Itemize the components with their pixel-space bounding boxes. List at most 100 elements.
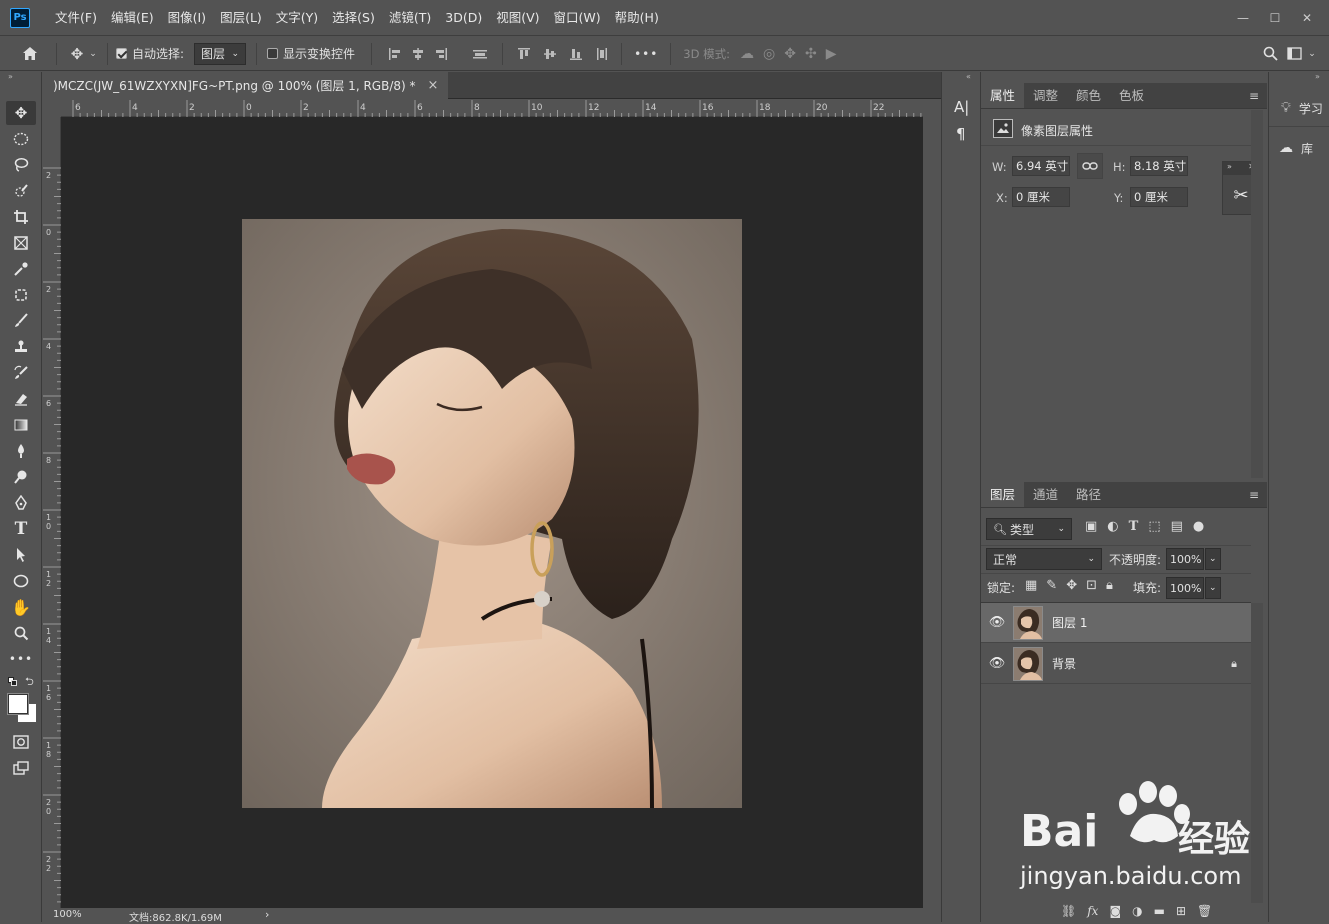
default-colors-icon[interactable] <box>8 677 17 686</box>
layer-style-button[interactable]: fx <box>1087 904 1098 918</box>
filter-smart-icon[interactable]: ▤ <box>1171 519 1183 534</box>
eyedropper-tool-icon[interactable] <box>6 257 36 281</box>
edit-toolbar-icon[interactable]: ••• <box>6 647 36 671</box>
menu-image[interactable]: 图像(I) <box>161 0 213 36</box>
chevron-down-icon[interactable]: ⌄ <box>1305 49 1319 59</box>
foreground-color-swatch[interactable] <box>8 694 28 714</box>
tab-layers[interactable]: 图层 <box>981 482 1025 507</box>
layer-name[interactable]: 图层 1 <box>1052 614 1087 631</box>
add-mask-icon[interactable]: ◙ <box>1109 904 1121 918</box>
tab-adjustments[interactable]: 调整 <box>1024 83 1067 108</box>
menu-help[interactable]: 帮助(H) <box>608 0 666 36</box>
status-menu-arrow[interactable]: › <box>265 908 269 921</box>
lock-transparent-icon[interactable]: ▦ <box>1025 578 1037 593</box>
paragraph-panel-icon[interactable]: ¶ <box>956 125 966 143</box>
search-icon[interactable] <box>1257 46 1283 61</box>
more-options-button[interactable]: ••• <box>634 47 658 61</box>
frame-tool-icon[interactable] <box>6 231 36 255</box>
menu-3d[interactable]: 3D(D) <box>438 0 489 36</box>
layer-image[interactable] <box>242 219 742 808</box>
menu-window[interactable]: 窗口(W) <box>547 0 608 36</box>
blend-mode-dropdown[interactable]: 正常 ⌄ <box>986 548 1102 570</box>
minimize-button[interactable]: — <box>1227 8 1259 28</box>
align-center-h-icon[interactable] <box>411 47 425 61</box>
pen-tool-icon[interactable] <box>6 491 36 515</box>
tab-properties[interactable]: 属性 <box>981 83 1025 108</box>
menu-file[interactable]: 文件(F) <box>48 0 104 36</box>
layer-filter-dropdown[interactable]: 🔍︎ 类型 ⌄ <box>986 518 1072 540</box>
align-bottom-icon[interactable] <box>569 47 583 61</box>
menu-select[interactable]: 选择(S) <box>325 0 382 36</box>
adjustment-layer-icon[interactable]: ◑ <box>1132 904 1142 918</box>
filter-pixel-icon[interactable]: ▣ <box>1085 519 1097 534</box>
menu-view[interactable]: 视图(V) <box>489 0 546 36</box>
menu-edit[interactable]: 编辑(E) <box>104 0 161 36</box>
learn-panel-button[interactable]: 💡︎ 学习 <box>1269 94 1329 122</box>
brush-tool-icon[interactable] <box>6 309 36 333</box>
3d-orbit-icon[interactable]: ☁ <box>740 46 754 62</box>
path-select-tool-icon[interactable] <box>6 543 36 567</box>
visibility-eye-icon[interactable]: 👁︎ <box>981 656 1013 671</box>
tab-color[interactable]: 颜色 <box>1067 83 1110 108</box>
type-tool-icon[interactable]: T <box>6 517 36 541</box>
blur-tool-icon[interactable] <box>6 439 36 463</box>
healing-brush-tool-icon[interactable] <box>6 283 36 307</box>
lock-artboard-icon[interactable]: ⊡ <box>1086 578 1097 593</box>
libraries-panel-button[interactable]: ☁ 库 <box>1269 134 1329 162</box>
show-transform-checkbox[interactable] <box>267 48 279 59</box>
filter-shape-icon[interactable]: ⬚ <box>1148 519 1160 534</box>
tab-swatches[interactable]: 色板 <box>1110 83 1153 108</box>
restore-button[interactable]: ☐ <box>1259 8 1291 28</box>
y-field[interactable]: 0 厘米 <box>1130 187 1188 207</box>
align-middle-v-icon[interactable] <box>543 47 557 61</box>
filter-adjustment-icon[interactable]: ◐ <box>1107 519 1118 534</box>
panel-menu-icon[interactable]: ≡ <box>1249 482 1259 507</box>
quick-select-tool-icon[interactable] <box>6 179 36 203</box>
filter-type-icon[interactable]: T <box>1129 519 1139 534</box>
history-brush-tool-icon[interactable] <box>6 361 36 385</box>
distribute-icon[interactable] <box>472 47 488 61</box>
opacity-field[interactable]: 100% <box>1166 548 1204 570</box>
fill-field[interactable]: 100% <box>1166 577 1204 599</box>
move-tool-icon[interactable]: ✥ <box>67 45 87 63</box>
x-field[interactable]: 0 厘米 <box>1012 187 1070 207</box>
collapse-arrows-icon[interactable]: » <box>8 72 13 81</box>
character-panel-icon[interactable]: A| <box>954 98 969 116</box>
layer-name[interactable]: 背景 <box>1052 655 1076 672</box>
fill-dropdown-button[interactable]: ⌄ <box>1205 577 1221 599</box>
stamp-tool-icon[interactable] <box>6 335 36 359</box>
gradient-tool-icon[interactable] <box>6 413 36 437</box>
3d-slide-icon[interactable]: ✣ <box>805 46 817 62</box>
home-icon[interactable] <box>14 46 46 61</box>
3d-pan-icon[interactable]: ✥ <box>784 46 796 62</box>
link-layers-icon[interactable]: ⛓ <box>1061 904 1076 918</box>
align-top-icon[interactable] <box>517 47 531 61</box>
zoom-tool-icon[interactable] <box>6 621 36 645</box>
tab-paths[interactable]: 路径 <box>1067 482 1110 507</box>
tab-channels[interactable]: 通道 <box>1024 482 1067 507</box>
swap-colors-icon[interactable]: ⮌ <box>25 673 34 692</box>
visibility-eye-icon[interactable]: 👁︎ <box>981 615 1013 630</box>
quick-mask-icon[interactable] <box>6 730 36 754</box>
layer-row-background[interactable]: 👁︎ 背景 🔒︎ <box>981 644 1251 684</box>
lasso-tool-icon[interactable] <box>6 153 36 177</box>
menu-filter[interactable]: 滤镜(T) <box>382 0 438 36</box>
chevron-down-icon[interactable]: ⌄ <box>87 49 99 59</box>
close-tab-icon[interactable]: × <box>428 78 439 93</box>
properties-scrollbar[interactable] <box>1251 110 1263 478</box>
link-dimensions-button[interactable] <box>1077 153 1103 179</box>
marquee-tool-icon[interactable] <box>6 127 36 151</box>
lock-position-icon[interactable]: ✥ <box>1066 578 1077 593</box>
lock-image-icon[interactable]: ✎ <box>1046 578 1057 593</box>
opacity-dropdown-button[interactable]: ⌄ <box>1205 548 1221 570</box>
layer-row-layer1[interactable]: 👁︎ 图层 1 <box>981 603 1251 643</box>
lock-all-icon[interactable]: 🔒︎ <box>1106 578 1113 593</box>
auto-select-checkbox[interactable] <box>116 48 127 59</box>
3d-roll-icon[interactable]: ◎ <box>763 46 775 62</box>
distribute-v-icon[interactable] <box>595 47 609 61</box>
align-left-icon[interactable] <box>388 47 402 61</box>
crop-tool-icon[interactable] <box>6 205 36 229</box>
filter-toggle-icon[interactable]: ● <box>1193 519 1204 534</box>
panel-menu-icon[interactable]: ≡ <box>1249 83 1259 108</box>
height-field[interactable]: 8.18 英寸 <box>1130 156 1188 176</box>
